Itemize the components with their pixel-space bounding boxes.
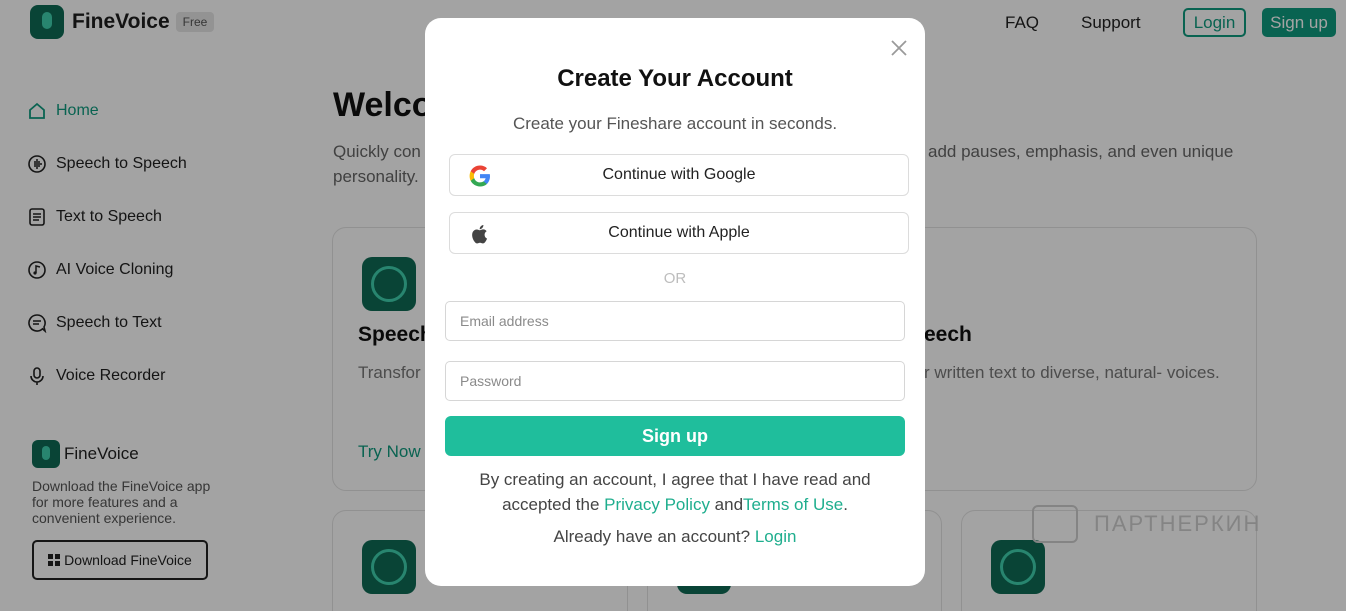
consent-and: and (709, 495, 744, 514)
google-button-label: Continue with Google (602, 166, 756, 183)
continue-with-apple-button[interactable]: Continue with Apple (449, 212, 909, 254)
privacy-policy-link[interactable]: Privacy Policy (604, 495, 710, 514)
continue-with-google-button[interactable]: Continue with Google (449, 154, 909, 196)
apple-icon (467, 221, 493, 247)
apple-button-label: Continue with Apple (608, 224, 750, 241)
consent-suffix: . (843, 495, 848, 514)
close-icon[interactable] (889, 38, 909, 58)
consent-text: By creating an account, I agree that I h… (455, 467, 895, 517)
password-field[interactable] (445, 361, 905, 401)
terms-of-use-link[interactable]: Terms of Use (743, 495, 843, 514)
email-field[interactable] (445, 301, 905, 341)
google-icon (467, 163, 493, 189)
login-prompt: Already have an account? Login (425, 527, 925, 547)
create-account-modal: Create Your Account Create your Fineshar… (425, 18, 925, 586)
signup-button[interactable]: Sign up (445, 416, 905, 456)
login-link[interactable]: Login (755, 527, 797, 546)
login-prompt-text: Already have an account? (553, 527, 755, 546)
modal-subtitle: Create your Fineshare account in seconds… (512, 114, 838, 133)
or-separator: OR (663, 270, 687, 287)
modal-title: Create Your Account (557, 65, 793, 92)
